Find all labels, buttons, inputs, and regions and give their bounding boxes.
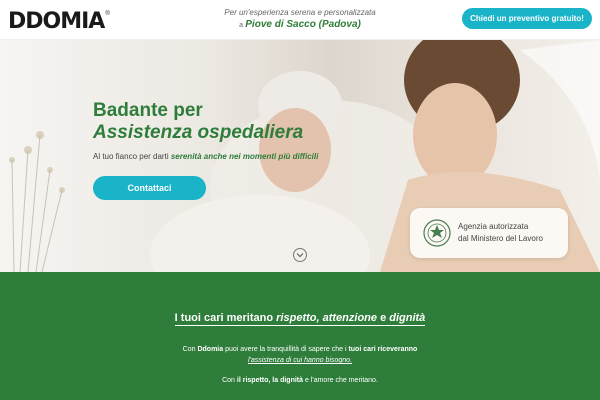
agency-badge: Agenzia autorizzata dal Ministero del La… — [410, 208, 568, 258]
hero-title-line2: Assistenza ospedaliera — [93, 122, 304, 143]
mission-paragraph-1: Con Ddomia puoi avere la tranquillità di… — [182, 346, 418, 364]
brand-name: Ddomia — [197, 346, 224, 353]
contact-button[interactable]: Contattaci — [93, 176, 206, 200]
logo[interactable]: DDOMIA ® — [8, 8, 110, 34]
agency-text-line2: dal Ministero del Lavoro — [458, 234, 543, 243]
mission-section: I tuoi cari meritano rispetto, attenzion… — [0, 272, 600, 400]
logo-text: DDOMIA — [8, 8, 105, 34]
location-name: Piove di Sacco (Padova) — [245, 19, 361, 30]
agency-text-line1: Agenzia autorizzata — [458, 222, 529, 231]
italian-republic-emblem-icon — [423, 219, 451, 247]
hero-subtitle: Al tuo fianco per darti serenità anche n… — [93, 152, 319, 161]
tagline-line1: Per un'esperienza serena e personalizzat… — [224, 8, 376, 17]
quote-request-button[interactable]: Chiedi un preventivo gratuito! — [462, 8, 592, 29]
mission-paragraph-2: Con il rispetto, la dignità e l'amore ch… — [222, 377, 378, 384]
hero-title-line1: Badante per — [93, 100, 203, 121]
hero-section: Badante per Assistenza ospedaliera Al tu… — [0, 40, 600, 272]
chevron-down-icon — [296, 253, 304, 258]
location-prefix: a — [239, 22, 244, 29]
mission-title: I tuoi cari meritano rispetto, attenzion… — [174, 312, 426, 326]
header-tagline: Per un'esperienza serena e personalizzat… — [210, 7, 390, 32]
hero-subtitle-emphasis: serenità anche nei momenti più difficili — [170, 152, 319, 161]
site-header: DDOMIA ® Per un'esperienza serena e pers… — [0, 0, 600, 40]
scroll-down-button[interactable] — [293, 248, 307, 262]
